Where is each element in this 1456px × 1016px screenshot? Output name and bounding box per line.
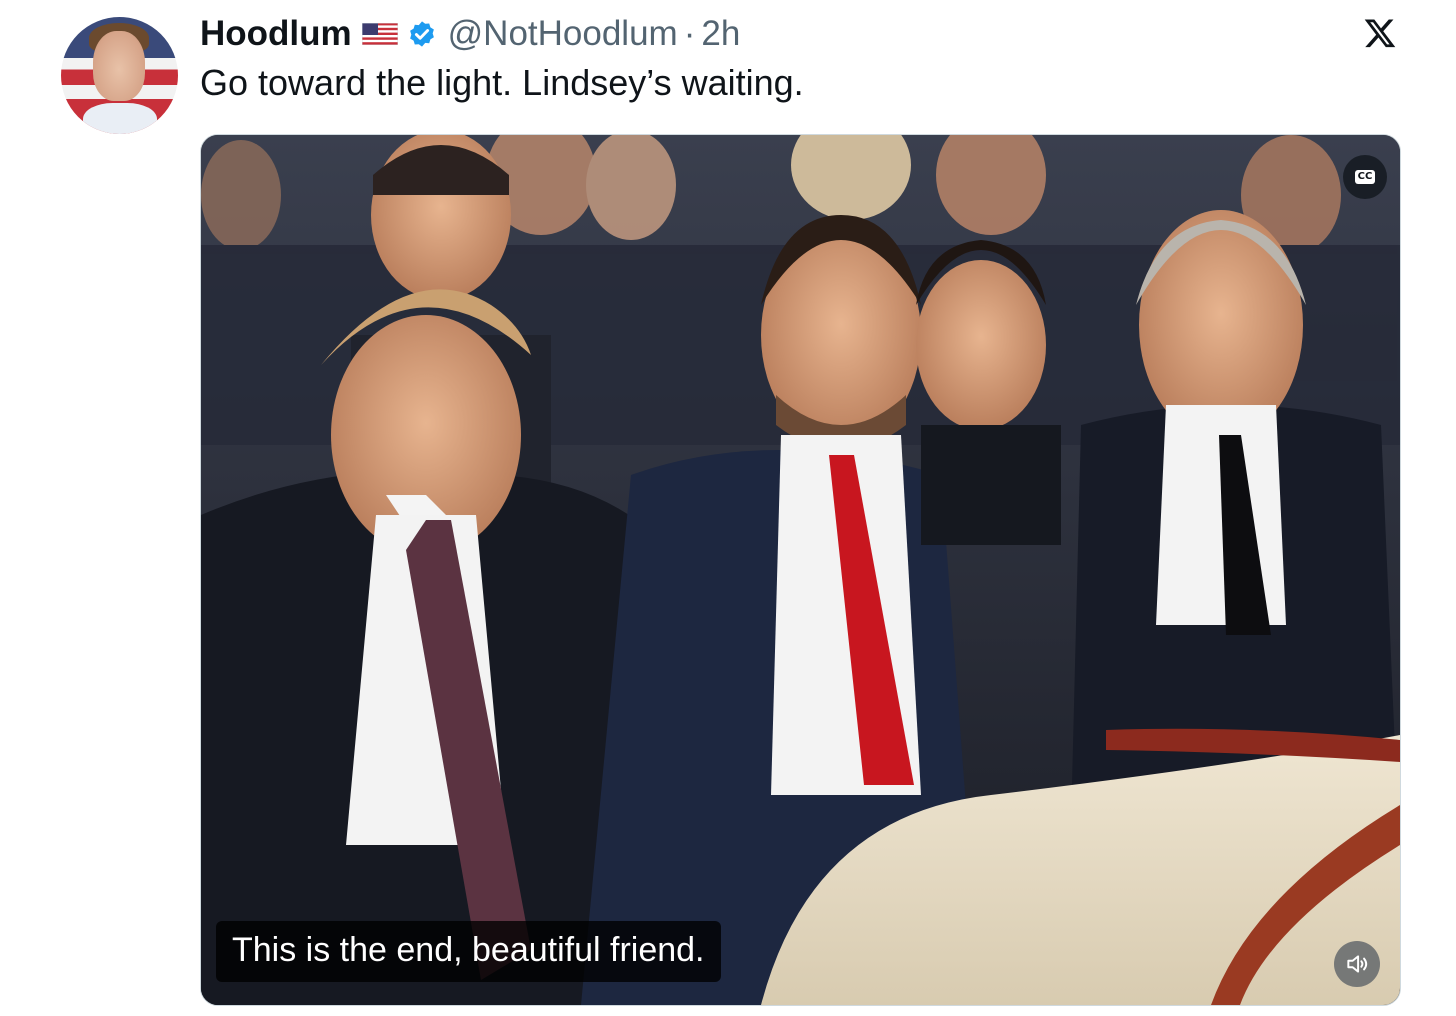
tweet-header: Hoodlum @NotHoodlum · 2h [200, 12, 740, 56]
volume-button[interactable] [1334, 941, 1380, 987]
flag-us-icon [361, 22, 399, 46]
volume-icon [1347, 955, 1368, 973]
x-logo-icon [1363, 16, 1397, 50]
video-caption: This is the end, beautiful friend. [216, 921, 721, 982]
timestamp[interactable]: 2h [701, 14, 740, 54]
video-player[interactable]: CC This is the end, beautiful friend. [200, 134, 1401, 1006]
avatar[interactable] [61, 17, 178, 134]
separator-dot: · [683, 14, 696, 53]
avatar-shirt [83, 103, 157, 134]
video-frame [201, 135, 1400, 1005]
display-name[interactable]: Hoodlum [200, 14, 352, 54]
verified-badge-icon [406, 18, 438, 50]
closed-captions-icon: CC [1354, 170, 1376, 184]
closed-captions-button[interactable]: CC [1343, 155, 1387, 199]
tweet-text: Go toward the light. Lindsey’s waiting. [200, 62, 804, 103]
user-handle[interactable]: @NotHoodlum [448, 14, 678, 54]
avatar-face [93, 31, 145, 101]
